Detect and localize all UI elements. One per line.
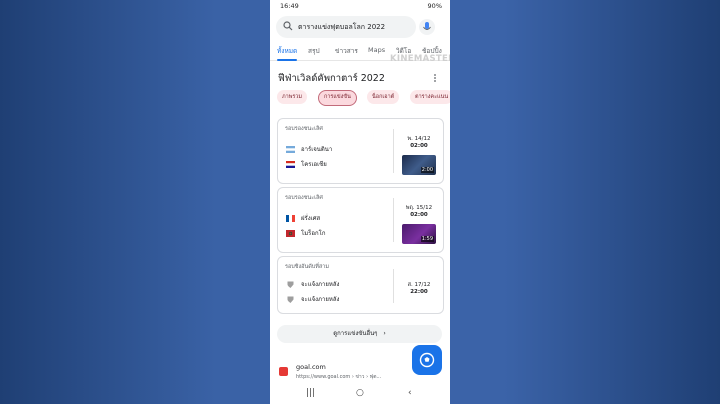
match-card[interactable]: รอบรองชนะเลิศ ฝรั่งเศส โมร็อกโก พฤ. 15/1… xyxy=(277,187,444,253)
result-url[interactable]: https://www.goal.com › ข่าว › ฟุต... xyxy=(296,373,381,381)
filter-chips: ภาพรวม การแข่งขัน น็อกเอาต์ ตารางคะแนน xyxy=(277,90,450,106)
team-name: ฝรั่งเศส xyxy=(301,215,321,222)
phone-screen: 16:49 90% ตารางแข่งฟุตบอลโลก 2022 ทั้งหม… xyxy=(270,0,450,404)
team-name: อาร์เจนตินา xyxy=(301,146,333,153)
argentina-flag-icon xyxy=(286,146,295,153)
chevron-right-icon: › xyxy=(383,330,386,337)
match-stage: รอบชิงอันดับที่สาม xyxy=(285,264,329,270)
team-name: จะแจ้งภายหลัง xyxy=(301,281,340,288)
match-card[interactable]: รอบชิงอันดับที่สาม จะแจ้งภายหลัง จะแจ้งภ… xyxy=(277,256,444,314)
match-time: 02:00 xyxy=(410,143,428,149)
football-fab-button[interactable] xyxy=(412,345,442,375)
chip-overview[interactable]: ภาพรวม xyxy=(277,90,308,104)
status-time: 16:49 xyxy=(280,2,299,10)
section-title: ฟีฟ่าเวิลด์คัพกาตาร์ 2022 xyxy=(278,73,385,84)
match-stage: รอบรองชนะเลิศ xyxy=(285,195,323,201)
tab-summary[interactable]: สรุป xyxy=(308,46,320,56)
tab-all[interactable]: ทั้งหมด xyxy=(277,46,298,61)
tab-news[interactable]: ข่าวสาร xyxy=(335,46,358,56)
voice-search-icon[interactable] xyxy=(418,18,436,36)
more-matches-label: ดูการแข่งขันอื่นๆ xyxy=(333,330,378,337)
home-icon[interactable]: ○ xyxy=(356,388,364,398)
divider xyxy=(393,198,394,242)
highlight-video-thumbnail[interactable]: 1:59 xyxy=(402,224,436,244)
chip-matches[interactable]: การแข่งขัน xyxy=(318,90,357,106)
team-row: อาร์เจนตินา xyxy=(286,144,332,154)
match-date: ส. 17/12 xyxy=(407,282,431,288)
soccer-ball-icon xyxy=(419,352,435,368)
search-icon xyxy=(283,21,293,31)
status-bar: 16:49 90% xyxy=(270,0,450,13)
divider xyxy=(393,129,394,173)
shield-placeholder-icon xyxy=(287,281,294,288)
team-row: จะแจ้งภายหลัง xyxy=(286,279,339,289)
team-name: โครเอเชีย xyxy=(301,161,327,168)
video-duration: 1:59 xyxy=(420,236,434,242)
match-time: 02:00 xyxy=(410,212,428,218)
team-name: จะแจ้งภายหลัง xyxy=(301,296,340,303)
back-icon[interactable]: ‹ xyxy=(408,388,412,398)
match-date: พ. 14/12 xyxy=(407,136,431,142)
more-options-icon[interactable] xyxy=(432,73,438,83)
status-battery: 90% xyxy=(427,2,442,10)
shield-placeholder-icon xyxy=(287,296,294,303)
morocco-flag-icon xyxy=(286,230,295,237)
team-row: โมร็อกโก xyxy=(286,228,326,238)
video-duration: 2:00 xyxy=(420,167,434,173)
result-site-name[interactable]: goal.com xyxy=(296,363,326,371)
android-nav-bar: ||| ○ ‹ xyxy=(270,382,450,404)
croatia-flag-icon xyxy=(286,161,295,168)
match-card[interactable]: รอบรองชนะเลิศ อาร์เจนตินา โครเอเชีย พ. 1… xyxy=(277,118,444,184)
more-matches-button[interactable]: ดูการแข่งขันอื่นๆ › xyxy=(277,325,442,343)
team-row: ฝรั่งเศส xyxy=(286,213,320,223)
video-watermark: KINEMASTER xyxy=(390,54,450,64)
team-row: จะแจ้งภายหลัง xyxy=(286,294,339,304)
chip-knockout[interactable]: น็อกเอาต์ xyxy=(367,90,400,104)
search-query[interactable]: ตารางแข่งฟุตบอลโลก 2022 xyxy=(298,22,385,33)
match-date: พฤ. 15/12 xyxy=(405,205,433,211)
recent-apps-icon[interactable]: ||| xyxy=(306,388,315,398)
match-stage: รอบรองชนะเลิศ xyxy=(285,126,323,132)
site-favicon-icon xyxy=(279,367,288,376)
divider xyxy=(393,269,394,303)
team-name: โมร็อกโก xyxy=(301,230,326,237)
match-time: 22:00 xyxy=(410,289,428,295)
search-bar[interactable]: ตารางแข่งฟุตบอลโลก 2022 xyxy=(276,16,416,38)
team-row: โครเอเชีย xyxy=(286,159,327,169)
highlight-video-thumbnail[interactable]: 2:00 xyxy=(402,155,436,175)
chip-standings[interactable]: ตารางคะแนน xyxy=(410,90,450,104)
france-flag-icon xyxy=(286,215,295,222)
tab-maps[interactable]: Maps xyxy=(368,46,385,54)
